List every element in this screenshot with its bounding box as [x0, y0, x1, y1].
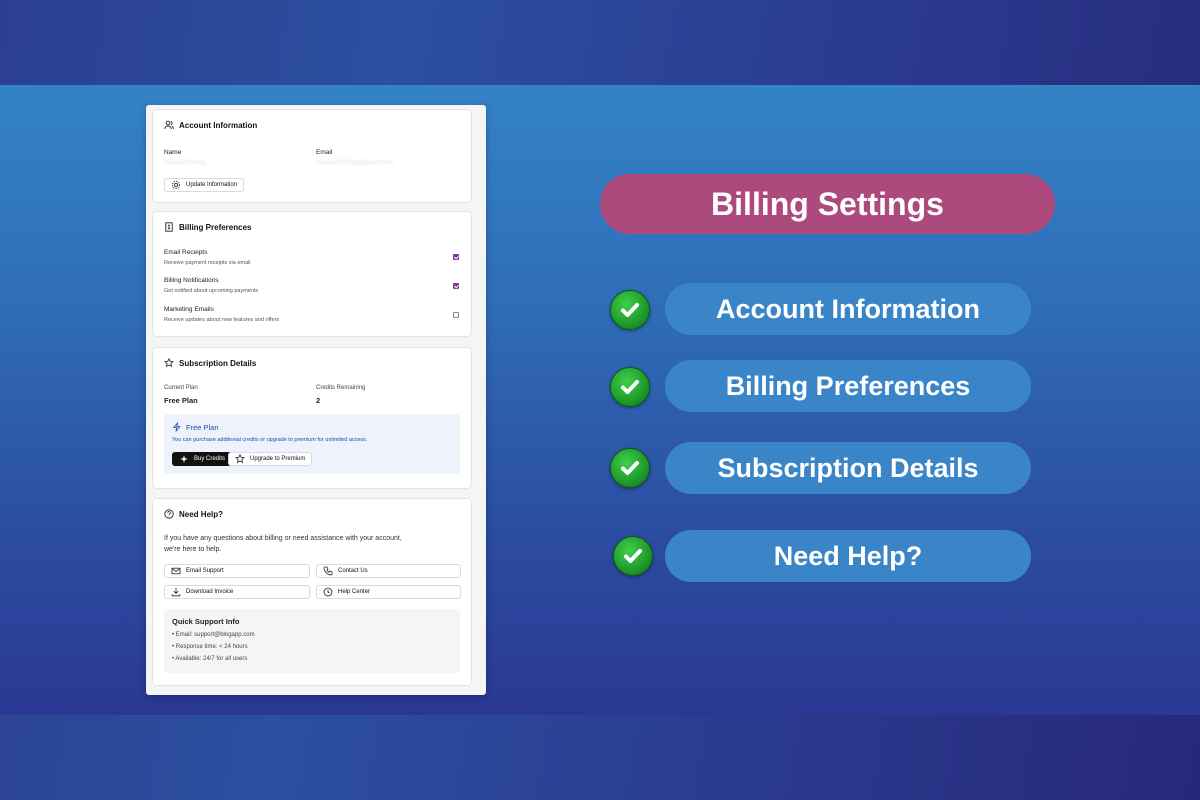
account-information-card: Account Information Name Howard Arong Em… — [152, 109, 472, 203]
mail-icon — [171, 566, 181, 576]
marketing-emails-desc: Receive updates about new features and o… — [164, 317, 280, 323]
quick-support-title: Quick Support Info — [172, 617, 240, 626]
need-help-card: Need Help? If you have any questions abo… — [152, 498, 472, 686]
upgrade-to-premium-label: Upgrade to Premium — [250, 456, 306, 462]
help-text-line1: If you have any questions about billing … — [164, 535, 402, 542]
buy-credits-button[interactable]: Buy Credits — [172, 452, 233, 466]
feature-pill-account-information: Account Information — [665, 283, 1031, 335]
email-value: howard27blog@gmail.com — [316, 159, 394, 166]
help-text-line2: we're here to help. — [164, 546, 222, 553]
receipt-icon — [164, 222, 174, 232]
credits-remaining-label: Credits Remaining — [316, 385, 366, 391]
feature-pill-billing-preferences: Billing Preferences — [665, 360, 1031, 412]
quick-support-email: • Email: support@blogapp.com — [172, 632, 255, 638]
update-information-button[interactable]: Update Information — [164, 178, 245, 192]
billing-notifications-desc: Get notified about upcoming payments — [164, 288, 259, 294]
quick-support-box: Quick Support Info • Email: support@blog… — [164, 609, 460, 673]
free-plan-box-title: Free Plan — [186, 422, 219, 432]
billing-settings-title-pill: Billing Settings — [600, 174, 1055, 234]
subscription-details-title: Subscription Details — [179, 358, 257, 368]
email-receipts-label: Email Receipts — [164, 249, 208, 256]
check-circle-icon — [610, 290, 650, 330]
star-icon — [164, 358, 174, 368]
buy-credits-label: Buy Credits — [194, 456, 226, 462]
lightning-icon — [172, 422, 182, 432]
free-plan-box-text: You can purchase additional credits or u… — [172, 437, 368, 443]
question-circle-icon — [164, 509, 174, 519]
email-support-label: Email Support — [186, 568, 224, 574]
help-center-label: Help Center — [338, 589, 371, 595]
subscription-details-card: Subscription Details Current Plan Free P… — [152, 347, 472, 489]
contact-us-button[interactable]: Contact Us — [316, 564, 461, 578]
email-receipts-checkbox[interactable] — [453, 254, 459, 260]
sparkle-icon — [179, 454, 189, 464]
update-information-label: Update Information — [186, 182, 238, 188]
check-circle-icon — [610, 367, 650, 407]
gear-icon — [171, 180, 181, 190]
clock-icon — [323, 587, 333, 597]
phone-icon — [323, 566, 333, 576]
current-plan-value: Free Plan — [164, 396, 198, 405]
need-help-header: Need Help? — [164, 509, 223, 519]
feature-pill-need-help: Need Help? — [665, 530, 1031, 582]
free-plan-box: Free Plan You can purchase additional cr… — [164, 414, 460, 474]
subscription-details-header: Subscription Details — [164, 358, 256, 368]
star-outline-icon — [235, 454, 245, 464]
help-center-button[interactable]: Help Center — [316, 585, 461, 599]
email-label: Email — [316, 149, 333, 156]
account-information-header: Account Information — [164, 120, 257, 130]
check-circle-icon — [613, 536, 653, 576]
check-circle-icon — [610, 448, 650, 488]
account-information-title: Account Information — [179, 120, 258, 130]
billing-preferences-title: Billing Preferences — [179, 222, 252, 232]
marketing-emails-checkbox[interactable] — [453, 312, 459, 318]
email-support-button[interactable]: Email Support — [164, 564, 310, 578]
download-icon — [171, 587, 181, 597]
need-help-title: Need Help? — [179, 509, 224, 519]
name-value: Howard Arong — [164, 159, 206, 166]
contact-us-label: Contact Us — [338, 568, 368, 574]
name-label: Name — [164, 149, 182, 156]
email-receipts-desc: Receive payment receipts via email — [164, 260, 251, 266]
billing-preferences-card: Billing Preferences Email Receipts Recei… — [152, 211, 472, 337]
quick-support-response-time: • Response time: < 24 hours — [172, 644, 248, 650]
billing-preferences-header: Billing Preferences — [164, 222, 251, 232]
free-plan-box-header: Free Plan — [172, 422, 219, 432]
current-plan-label: Current Plan — [164, 385, 198, 391]
credits-remaining-value: 2 — [316, 396, 321, 405]
upgrade-to-premium-button[interactable]: Upgrade to Premium — [228, 452, 313, 466]
marketing-emails-label: Marketing Emails — [164, 306, 214, 313]
users-icon — [164, 120, 174, 130]
billing-notifications-label: Billing Notifications — [164, 277, 219, 284]
quick-support-availability: • Available: 24/7 for all users — [172, 656, 248, 662]
download-invoice-button[interactable]: Download Invoice — [164, 585, 310, 599]
download-invoice-label: Download Invoice — [186, 589, 234, 595]
billing-settings-panel: Account Information Name Howard Arong Em… — [146, 105, 486, 695]
billing-notifications-checkbox[interactable] — [453, 283, 459, 289]
feature-pill-subscription-details: Subscription Details — [665, 442, 1031, 494]
